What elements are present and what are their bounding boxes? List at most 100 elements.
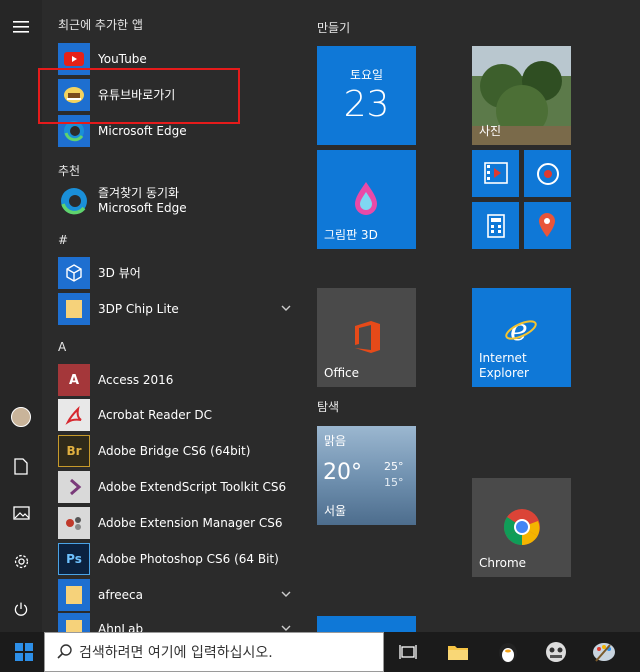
app-label: Adobe ExtendScript Toolkit CS6 xyxy=(98,479,287,494)
weather-tile[interactable]: 맑음 20° 25° 15° 서울 xyxy=(317,426,416,525)
extension-manager-icon xyxy=(58,507,90,539)
windows-logo-icon xyxy=(15,643,33,661)
tile-label: 그림판 3D xyxy=(324,228,378,242)
start-button[interactable] xyxy=(0,632,48,672)
tile-label: Explorer xyxy=(479,366,529,380)
taskbar-app-1[interactable] xyxy=(484,632,532,672)
app-label: afreeca xyxy=(98,587,143,602)
maps-tile[interactable] xyxy=(524,202,571,249)
settings-button[interactable] xyxy=(0,538,42,584)
weather-high: 25° xyxy=(384,460,404,473)
folder-icon xyxy=(58,293,90,325)
task-view-icon xyxy=(399,645,417,659)
search-icon xyxy=(57,644,72,659)
group-header-create: 만들기 xyxy=(317,21,351,35)
edge-icon xyxy=(58,185,90,217)
app-afreeca[interactable]: afreeca xyxy=(58,578,298,612)
app-label: 3D 뷰어 xyxy=(98,265,141,280)
chrome-icon xyxy=(503,509,540,545)
hamburger-icon xyxy=(13,21,29,33)
partial-tile[interactable] xyxy=(317,616,416,632)
calendar-day: 23 xyxy=(343,84,390,125)
bridge-icon: Br xyxy=(58,435,90,467)
picture-icon xyxy=(12,506,30,520)
power-button[interactable] xyxy=(0,586,42,632)
movies-tv-tile[interactable] xyxy=(472,150,519,197)
weather-condition: 맑음 xyxy=(324,434,347,448)
office-tile[interactable]: Office xyxy=(317,288,416,387)
highlight-box xyxy=(38,68,240,124)
paint3d-icon xyxy=(355,182,377,215)
app-label: Microsoft Edge xyxy=(98,123,187,138)
app-label: YouTube xyxy=(98,51,147,66)
pictures-button[interactable] xyxy=(0,490,42,536)
photos-tile[interactable]: 사진 xyxy=(472,46,571,145)
folder-icon xyxy=(58,579,90,611)
app-label: Acrobat Reader DC xyxy=(98,407,212,422)
internet-explorer-tile[interactable]: e Internet Explorer xyxy=(472,288,571,387)
folder-icon xyxy=(58,613,90,632)
calendar-weekday: 토요일 xyxy=(349,68,384,82)
chrome-tile[interactable]: Chrome xyxy=(472,478,571,577)
chevron-down-icon[interactable] xyxy=(280,588,292,600)
3d-viewer-icon xyxy=(58,257,90,289)
tile-area: 만들기 토요일 23 사진 그림판 3D Office e Internet E… xyxy=(300,0,640,632)
app-adobe-extension-manager[interactable]: Adobe Extension Manager CS6 xyxy=(58,506,298,540)
task-view-button[interactable] xyxy=(384,632,432,672)
hamburger-menu-button[interactable] xyxy=(0,4,42,50)
app-ahnlab[interactable]: AhnLab xyxy=(58,612,298,632)
photoshop-icon: Ps xyxy=(58,543,90,575)
chevron-down-icon[interactable] xyxy=(280,302,292,314)
tile-label: 사진 xyxy=(479,124,502,138)
tile-label: Internet xyxy=(479,351,527,365)
film-icon xyxy=(484,162,508,184)
acrobat-icon xyxy=(58,399,90,431)
gear-icon xyxy=(14,554,28,568)
weather-temp: 20° xyxy=(323,460,362,485)
user-account-button[interactable] xyxy=(0,394,42,440)
chevron-down-icon[interactable] xyxy=(280,622,292,632)
app-adobe-photoshop[interactable]: Ps Adobe Photoshop CS6 (64 Bit) xyxy=(58,542,298,576)
app-label: Access 2016 xyxy=(98,372,174,387)
app-label: 3DP Chip Lite xyxy=(98,301,179,316)
search-input[interactable]: 검색하려면 여기에 입력하십시오. xyxy=(79,642,273,662)
office-icon xyxy=(355,321,380,353)
calculator-tile[interactable] xyxy=(472,202,519,249)
app-adobe-extendscript[interactable]: Adobe ExtendScript Toolkit CS6 xyxy=(58,470,298,504)
penguin-icon xyxy=(499,643,517,663)
weather-low: 15° xyxy=(384,476,404,489)
tile-label: Chrome xyxy=(479,556,527,570)
app-adobe-bridge[interactable]: Br Adobe Bridge CS6 (64bit) xyxy=(58,434,298,468)
calculator-icon xyxy=(487,214,505,238)
app-label: AhnLab xyxy=(98,621,144,633)
power-icon xyxy=(14,602,28,616)
character-app-icon xyxy=(546,642,566,662)
weather-city: 서울 xyxy=(324,504,347,518)
access-icon: A xyxy=(58,364,90,396)
document-icon xyxy=(14,457,28,475)
file-explorer-button[interactable] xyxy=(434,632,482,672)
recommended-header: 추천 xyxy=(58,164,81,178)
groove-music-tile[interactable] xyxy=(524,150,571,197)
group-header-explore: 탐색 xyxy=(317,400,340,414)
recent-header: 최근에 추가한 앱 xyxy=(58,18,143,32)
taskbar-app-3[interactable] xyxy=(580,632,628,672)
app-label: Adobe Extension Manager CS6 xyxy=(98,515,283,530)
app-label: Adobe Photoshop CS6 (64 Bit) xyxy=(98,551,279,566)
taskbar-search-box[interactable]: 검색하려면 여기에 입력하십시오. xyxy=(44,632,384,672)
app-3dp-chip-lite[interactable]: 3DP Chip Lite xyxy=(58,292,298,326)
taskbar-app-2[interactable] xyxy=(532,632,580,672)
app-acrobat-reader[interactable]: Acrobat Reader DC xyxy=(58,398,298,432)
hash-header: # xyxy=(58,233,69,247)
paint3d-tile[interactable]: 그림판 3D xyxy=(317,150,416,249)
app-favorites-sync[interactable]: 즐겨찾기 동기화 Microsoft Edge xyxy=(58,184,298,218)
extendscript-icon xyxy=(58,471,90,503)
app-label: 즐겨찾기 동기화 xyxy=(98,186,180,200)
app-access-2016[interactable]: A Access 2016 xyxy=(58,363,298,397)
paint-palette-icon xyxy=(593,643,615,662)
ie-icon: e xyxy=(505,314,537,346)
calendar-tile[interactable]: 토요일 23 xyxy=(317,46,416,145)
app-3d-viewer[interactable]: 3D 뷰어 xyxy=(58,256,298,290)
documents-button[interactable] xyxy=(0,443,42,489)
map-pin-icon xyxy=(539,213,555,237)
